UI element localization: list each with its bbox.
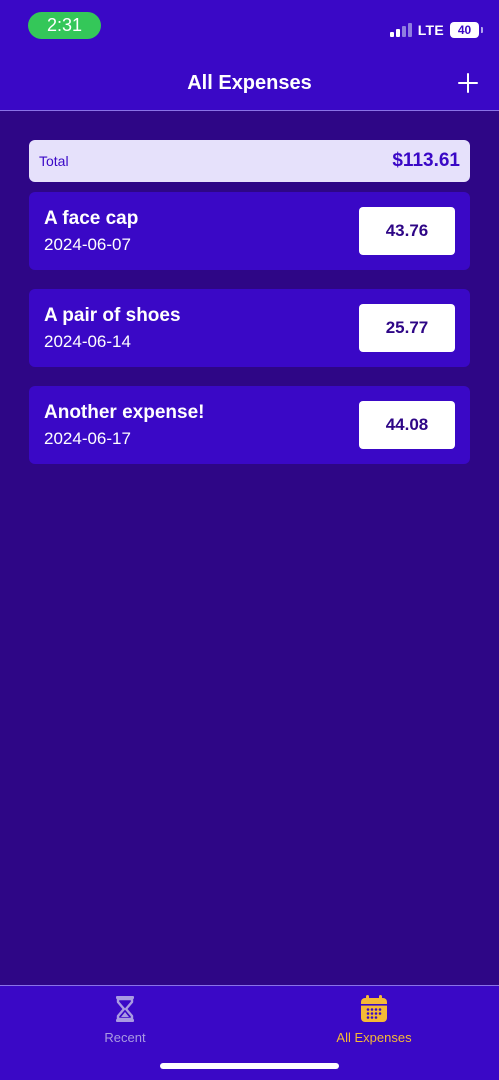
tab-recent[interactable]: Recent	[45, 994, 205, 1050]
signal-icon	[389, 23, 412, 37]
tab-all-expenses[interactable]: All Expenses	[294, 994, 454, 1050]
total-label: Total	[39, 153, 69, 169]
battery-icon: 40	[450, 22, 483, 38]
add-expense-button[interactable]	[455, 70, 481, 96]
total-value: $113.61	[392, 150, 460, 171]
expense-date: 2024-06-14	[44, 332, 131, 351]
expense-amount: 44.08	[359, 401, 455, 449]
tab-label: All Expenses	[336, 1030, 412, 1045]
expense-title: A face cap	[44, 208, 139, 229]
status-indicators: LTE 40	[389, 20, 483, 40]
hourglass-icon	[116, 996, 134, 1022]
expense-item[interactable]: A face cap 2024-06-07 43.76	[29, 192, 470, 270]
status-time: 2:31	[28, 12, 101, 39]
expense-title: A pair of shoes	[44, 305, 181, 326]
expense-amount: 43.76	[359, 207, 455, 255]
calendar-icon	[361, 995, 387, 1022]
expense-date: 2024-06-17	[44, 429, 131, 448]
tab-label: Recent	[104, 1030, 146, 1045]
expense-amount: 25.77	[359, 304, 455, 352]
page-title: All Expenses	[187, 72, 312, 94]
home-indicator	[160, 1063, 339, 1069]
header-bar: 2:31 LTE 40 All Expenses	[0, 0, 499, 111]
expense-list: A face cap 2024-06-07 43.76 A pair of sh…	[29, 192, 470, 483]
expense-date: 2024-06-07	[44, 235, 131, 254]
total-summary: Total $113.61	[29, 140, 470, 182]
expense-item[interactable]: A pair of shoes 2024-06-14 25.77	[29, 289, 470, 367]
network-type: LTE	[417, 22, 444, 38]
app-screen: 2:31 LTE 40 All Expenses Total $113.61 A…	[0, 0, 499, 1080]
expense-title: Another expense!	[44, 402, 205, 423]
expense-item[interactable]: Another expense! 2024-06-17 44.08	[29, 386, 470, 464]
